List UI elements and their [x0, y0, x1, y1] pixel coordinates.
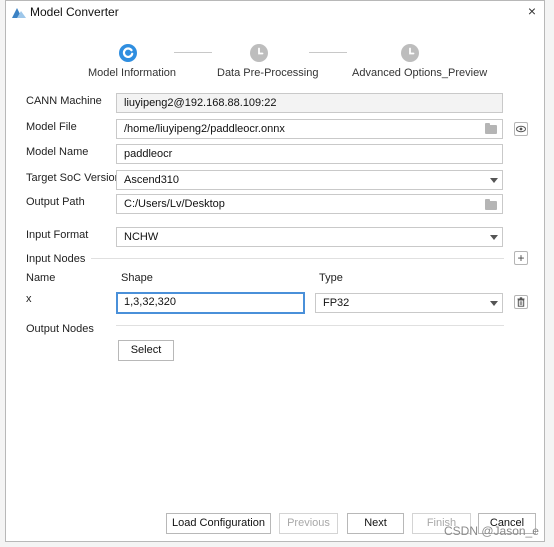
delete-input-node-button[interactable]: [514, 295, 528, 309]
input-node-name: x: [26, 293, 32, 305]
clock-icon: [401, 44, 419, 62]
output-path-label: Output Path: [26, 196, 85, 208]
model-name-label: Model Name: [26, 146, 89, 158]
step-connector: [309, 52, 347, 53]
input-nodes-divider: [91, 258, 504, 259]
column-header-shape: Shape: [121, 272, 153, 284]
input-format-select[interactable]: NCHW: [116, 227, 503, 247]
chevron-down-icon: [490, 235, 498, 240]
eye-icon: [516, 125, 526, 133]
step-label-advanced-options[interactable]: Advanced Options_Preview: [352, 67, 487, 79]
select-output-nodes-button[interactable]: Select: [118, 340, 174, 361]
load-configuration-button[interactable]: Load Configuration: [166, 513, 271, 534]
column-header-type: Type: [319, 272, 343, 284]
model-converter-dialog: Model Converter × Model Information Data…: [5, 0, 545, 542]
model-file-field[interactable]: /home/liuyipeng2/paddleocr.onnx: [116, 119, 503, 139]
app-logo-icon: [12, 8, 26, 18]
folder-icon[interactable]: [485, 123, 497, 134]
folder-icon[interactable]: [485, 199, 497, 210]
cann-machine-field: liuyipeng2@192.168.88.109:22: [116, 93, 503, 113]
output-nodes-label: Output Nodes: [26, 323, 94, 335]
watermark-text: CSDN @Jason_e: [444, 524, 539, 538]
cann-machine-label: CANN Machine: [26, 95, 102, 107]
model-file-label: Model File: [26, 121, 77, 133]
window-title: Model Converter: [30, 5, 119, 19]
title-bar[interactable]: Model Converter ×: [6, 1, 544, 23]
input-nodes-label: Input Nodes: [26, 253, 86, 265]
column-header-name: Name: [26, 272, 56, 284]
step-connector: [174, 52, 212, 53]
target-soc-select[interactable]: Ascend310: [116, 170, 503, 190]
chevron-down-icon: [490, 178, 498, 183]
trash-icon: [517, 297, 525, 307]
step-active-icon: [119, 44, 137, 62]
output-path-field[interactable]: C:/Users/Lv/Desktop: [116, 194, 503, 214]
model-name-field[interactable]: paddleocr: [116, 144, 503, 164]
step-label-data-preprocessing[interactable]: Data Pre-Processing: [217, 67, 319, 79]
input-node-type-select[interactable]: FP32: [315, 293, 503, 313]
chevron-down-icon: [490, 301, 498, 306]
background-app-right: [545, 0, 554, 547]
next-button[interactable]: Next: [347, 513, 404, 534]
input-format-label: Input Format: [26, 229, 89, 241]
previous-button[interactable]: Previous: [279, 513, 338, 534]
step-label-model-information[interactable]: Model Information: [88, 67, 176, 79]
close-icon[interactable]: ×: [524, 3, 540, 19]
input-node-shape-field[interactable]: 1,3,32,320: [116, 292, 305, 314]
clock-icon: [250, 44, 268, 62]
preview-model-button[interactable]: [514, 122, 528, 136]
input-nodes-row-divider: [116, 325, 504, 326]
add-input-node-button[interactable]: +: [514, 251, 528, 265]
target-soc-label: Target SoC Version: [26, 172, 121, 184]
